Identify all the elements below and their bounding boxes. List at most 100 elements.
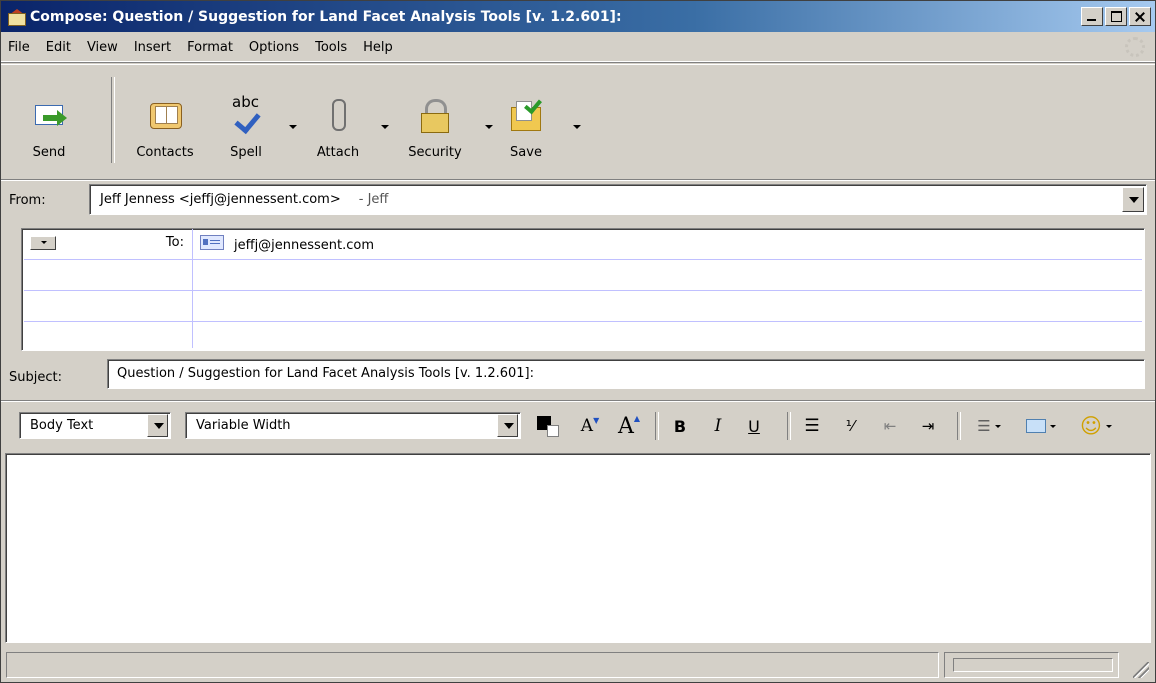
security-label: Security (408, 145, 462, 160)
menu-file[interactable]: File (1, 40, 38, 55)
subject-row: Subject: Question / Suggestion for Land … (1, 356, 1155, 398)
recipient-type-cell[interactable] (24, 260, 193, 290)
recipient-type-dropdown-button[interactable] (30, 236, 56, 250)
save-label: Save (510, 145, 542, 160)
larger-font-label: A (617, 413, 634, 439)
spell-check-icon: abc (228, 93, 264, 135)
background-color-swatch-icon (547, 425, 559, 437)
recipient-row[interactable] (24, 260, 1142, 291)
progress-meter (953, 658, 1113, 672)
close-button[interactable] (1129, 7, 1151, 26)
bulleted-list-icon[interactable]: ☰ (797, 412, 827, 440)
underline-button[interactable]: U (741, 412, 767, 440)
image-icon (1026, 419, 1046, 433)
subject-label: Subject: (9, 370, 62, 385)
indent-icon[interactable]: ⇥ (913, 412, 943, 440)
text-color-picker[interactable] (533, 412, 567, 440)
recipient-type-cell[interactable] (24, 291, 193, 321)
save-folder-icon (508, 95, 544, 133)
recipient-list: To: jeffj@jennessent.com (21, 228, 1145, 351)
window-controls (1079, 7, 1151, 26)
format-separator (787, 412, 791, 440)
recipient-address-field[interactable]: jeffj@jennessent.com (200, 235, 374, 253)
menu-help[interactable]: Help (355, 40, 401, 55)
contacts-label: Contacts (136, 145, 194, 160)
attach-button[interactable]: Attach (307, 73, 369, 165)
send-label: Send (32, 145, 66, 160)
paperclip-icon (320, 97, 356, 133)
from-row: From: Jeff Jenness <jeffj@jennessent.com… (1, 179, 1155, 224)
font-dropdown-button[interactable] (497, 414, 518, 437)
main-toolbar: Send Contacts abc Spell Attach Security … (1, 64, 1155, 175)
title-bar[interactable]: Compose: Question / Suggestion for Land … (1, 1, 1155, 32)
menu-format[interactable]: Format (179, 40, 241, 55)
resize-grip-icon[interactable] (1133, 662, 1149, 678)
window-title: Compose: Question / Suggestion for Land … (30, 8, 622, 25)
send-button[interactable]: Send (23, 73, 75, 165)
from-identity-name: - Jeff (358, 192, 389, 207)
security-dropdown-arrow-icon[interactable] (485, 125, 493, 129)
save-dropdown-arrow-icon[interactable] (573, 125, 581, 129)
formatting-toolbar: Body Text Variable Width A ▼ A ▲ B I U ☰ ⅟… (1, 401, 1155, 449)
recipient-type-label: To: (165, 235, 184, 250)
recipient-type-cell[interactable]: To: (24, 229, 193, 259)
toolbar-separator (111, 77, 115, 163)
format-separator (957, 412, 961, 440)
menu-bar: File Edit View Insert Format Options Too… (1, 33, 1155, 62)
font-select[interactable]: Variable Width (185, 412, 521, 439)
larger-font-button[interactable]: A ▲ (613, 412, 645, 440)
format-separator (655, 412, 659, 440)
outdent-icon[interactable]: ⇤ (875, 412, 905, 440)
maximize-button[interactable] (1105, 7, 1127, 26)
status-text-panel (6, 652, 939, 678)
menu-options[interactable]: Options (241, 40, 307, 55)
compose-window: Compose: Question / Suggestion for Land … (0, 0, 1156, 683)
paragraph-style-value: Body Text (30, 418, 94, 433)
smaller-font-label: A (580, 416, 594, 436)
menu-edit[interactable]: Edit (38, 40, 79, 55)
send-icon (31, 97, 67, 133)
menu-tools[interactable]: Tools (307, 40, 355, 55)
spell-icon-text: abc (232, 93, 259, 111)
save-button[interactable]: Save (503, 73, 549, 165)
message-body-editor[interactable] (5, 453, 1151, 643)
from-address: Jeff Jenness <jeffj@jennessent.com> (100, 192, 341, 207)
paragraph-style-select[interactable]: Body Text (19, 412, 171, 439)
contacts-button[interactable]: Contacts (125, 73, 205, 165)
menu-insert[interactable]: Insert (126, 40, 179, 55)
align-dropdown-icon[interactable]: ☰ (969, 412, 1009, 440)
attach-dropdown-arrow-icon[interactable] (381, 125, 389, 129)
from-label: From: (9, 193, 46, 208)
recipient-type-cell[interactable] (24, 322, 193, 348)
from-value: Jeff Jenness <jeffj@jennessent.com> - Jef… (100, 192, 388, 207)
subject-input[interactable]: Question / Suggestion for Land Facet Ana… (107, 359, 1145, 389)
status-progress-panel (944, 652, 1119, 678)
minimize-button[interactable] (1081, 7, 1103, 26)
recipient-address: jeffj@jennessent.com (234, 238, 375, 253)
from-identity-select[interactable]: Jeff Jenness <jeffj@jennessent.com> - Jef… (89, 184, 1147, 215)
smiley-dropdown-icon[interactable]: ☺ (1073, 412, 1119, 440)
recipient-row[interactable] (24, 291, 1142, 322)
menu-view[interactable]: View (79, 40, 126, 55)
spell-dropdown-arrow-icon[interactable] (289, 125, 297, 129)
spell-label: Spell (230, 145, 262, 160)
paragraph-style-dropdown-button[interactable] (147, 414, 168, 437)
italic-button[interactable]: I (705, 412, 731, 440)
padlock-icon (417, 97, 453, 133)
contact-card-icon (200, 235, 224, 250)
activity-throbber-icon (1125, 37, 1145, 57)
security-button[interactable]: Security (397, 73, 473, 165)
recipient-row[interactable] (24, 322, 1142, 348)
recipient-row: To: jeffj@jennessent.com (24, 229, 1142, 260)
attach-label: Attach (316, 145, 360, 160)
address-book-icon (147, 97, 183, 133)
insert-image-dropdown-icon[interactable] (1019, 412, 1063, 440)
spell-button[interactable]: abc Spell (219, 73, 273, 165)
from-dropdown-button[interactable] (1122, 187, 1144, 212)
increase-arrow-icon: ▲ (633, 413, 641, 423)
decrease-arrow-icon: ▼ (593, 415, 600, 425)
smaller-font-button[interactable]: A ▼ (575, 412, 605, 440)
status-bar (1, 648, 1155, 682)
bold-button[interactable]: B (667, 412, 693, 440)
numbered-list-icon[interactable]: ⅟ (835, 412, 865, 440)
